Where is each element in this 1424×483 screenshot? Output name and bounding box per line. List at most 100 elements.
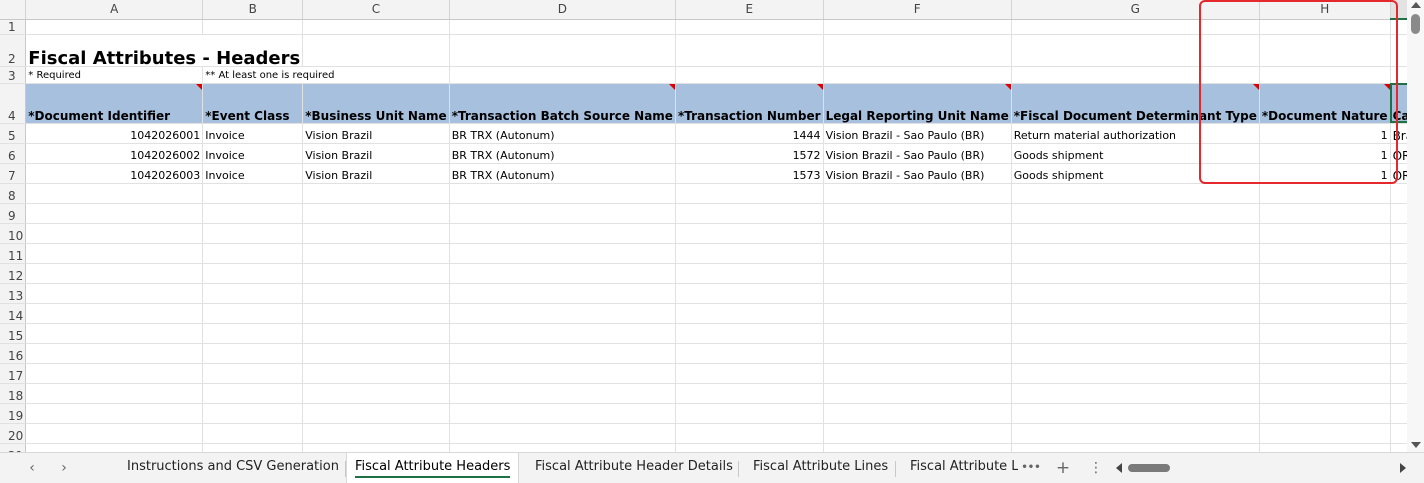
column-header-a[interactable]: A <box>25 0 204 20</box>
row-header[interactable]: 21 <box>0 443 27 452</box>
cell-transaction-number[interactable]: 1444 <box>675 123 824 144</box>
one-required-note[interactable]: ** At least one is required <box>202 66 450 84</box>
options-icon[interactable]: ⋮ <box>1086 459 1106 477</box>
cell-business-unit[interactable]: Vision Brazil <box>302 143 450 164</box>
cell-document-identifier[interactable]: 1042026003 <box>25 163 204 184</box>
row-header[interactable]: 11 <box>0 243 27 264</box>
cell-document-nature[interactable]: 1 <box>1259 143 1391 164</box>
cell-event-class[interactable]: Invoice <box>202 163 304 184</box>
comment-indicator-icon <box>668 84 675 90</box>
header-cell-carrier-name[interactable]: Carrier Name <box>1390 82 1407 124</box>
header-cell-transaction-batch-source[interactable]: *Transaction Batch Source Name <box>449 82 676 124</box>
tab-fiscal-attribute-header-details[interactable]: Fiscal Attribute Header Details <box>535 453 733 483</box>
row-header[interactable]: 5 <box>0 123 27 144</box>
cell-batch-source[interactable]: BR TRX (Autonum) <box>449 163 676 184</box>
comment-indicator-icon <box>1252 84 1259 90</box>
cell-fiscal-document-determinant[interactable]: Goods shipment <box>1011 143 1260 164</box>
header-cell-document-nature[interactable]: *Document Nature <box>1259 82 1391 124</box>
column-header-d[interactable]: D <box>449 0 676 20</box>
vertical-scroll-thumb[interactable] <box>1411 14 1420 34</box>
sheet-table: A B C D E F G H CV 1 2 Fiscal Attributes… <box>0 0 1407 452</box>
cell-legal-reporting-unit[interactable]: Vision Brazil - Sao Paulo (BR) <box>823 143 1012 164</box>
column-header-g[interactable]: G <box>1011 0 1260 20</box>
sheet-title[interactable]: Fiscal Attributes - Headers <box>25 34 304 67</box>
spreadsheet-grid[interactable]: A B C D E F G H CV 1 2 Fiscal Attributes… <box>0 0 1407 452</box>
cell-business-unit[interactable]: Vision Brazil <box>302 123 450 144</box>
row-header[interactable]: 8 <box>0 183 27 204</box>
row-header[interactable]: 19 <box>0 403 27 424</box>
tab-fiscal-attribute-headers[interactable]: Fiscal Attribute Headers <box>346 453 520 483</box>
cell-legal-reporting-unit[interactable]: Vision Brazil - Sao Paulo (BR) <box>823 123 1012 144</box>
header-cell-business-unit-name[interactable]: *Business Unit Name <box>302 82 450 124</box>
cell-event-class[interactable]: Invoice <box>202 143 304 164</box>
cell-fiscal-document-determinant[interactable]: Goods shipment <box>1011 163 1260 184</box>
header-label: *Document Identifier <box>28 108 171 123</box>
cell-document-nature[interactable]: 1 <box>1259 123 1391 144</box>
tab-fiscal-attribute-lines-more[interactable]: Fiscal Attribute Li <box>910 453 1018 483</box>
header-cell-transaction-number[interactable]: *Transaction Number <box>675 82 824 124</box>
next-sheet-icon[interactable]: › <box>54 459 74 477</box>
column-header-e[interactable]: E <box>675 0 824 20</box>
cell-batch-source[interactable]: BR TRX (Autonum) <box>449 123 676 144</box>
sheet-tab-bar: ‹ › Instructions and CSV Generation Fisc… <box>0 452 1424 483</box>
cell-transaction-number[interactable]: 1573 <box>675 163 824 184</box>
cell-event-class[interactable]: Invoice <box>202 123 304 144</box>
prev-sheet-icon[interactable]: ‹ <box>22 459 42 477</box>
row-header[interactable]: 13 <box>0 283 27 304</box>
select-all-corner[interactable] <box>0 0 27 20</box>
column-header-c[interactable]: C <box>302 0 450 20</box>
row-header[interactable]: 14 <box>0 303 27 324</box>
cell-carrier-name[interactable]: ORCL Logistics Ltda <box>1390 143 1407 164</box>
cell-transaction-number[interactable]: 1572 <box>675 143 824 164</box>
comment-indicator-icon <box>1004 84 1011 90</box>
comment-indicator-icon <box>1383 84 1390 90</box>
row-header[interactable]: 7 <box>0 163 27 184</box>
row-header[interactable]: 6 <box>0 143 27 164</box>
row-header[interactable]: 9 <box>0 203 27 224</box>
cell-document-nature[interactable]: 1 <box>1259 163 1391 184</box>
cell-batch-source[interactable]: BR TRX (Autonum) <box>449 143 676 164</box>
row-header[interactable]: 15 <box>0 323 27 344</box>
row-header[interactable]: 4 <box>0 83 27 124</box>
cell-business-unit[interactable]: Vision Brazil <box>302 163 450 184</box>
comment-indicator-icon <box>816 84 823 90</box>
column-header-b[interactable]: B <box>202 0 304 20</box>
cell-document-identifier[interactable]: 1042026002 <box>25 143 204 164</box>
more-icon[interactable]: ••• <box>1021 459 1041 477</box>
cell-carrier-name[interactable]: ORCL Logistics Ltda <box>1390 163 1407 184</box>
row-header[interactable]: 10 <box>0 223 27 244</box>
tab-label: Fiscal Attribute Headers <box>355 459 511 478</box>
vertical-scrollbar[interactable] <box>1407 0 1424 452</box>
row-header[interactable]: 17 <box>0 363 27 384</box>
scroll-up-icon[interactable] <box>1411 2 1421 8</box>
cell-legal-reporting-unit[interactable]: Vision Brazil - Sao Paulo (BR) <box>823 163 1012 184</box>
row-header[interactable]: 20 <box>0 423 27 444</box>
horizontal-scrollbar[interactable] <box>1116 461 1406 475</box>
header-cell-legal-reporting-unit[interactable]: Legal Reporting Unit Name <box>823 82 1012 124</box>
horizontal-scroll-thumb[interactable] <box>1128 464 1170 472</box>
column-header-cv[interactable]: CV <box>1390 0 1407 20</box>
row-header[interactable]: 12 <box>0 263 27 284</box>
add-sheet-icon[interactable]: + <box>1053 459 1073 477</box>
header-cell-event-class[interactable]: *Event Class <box>202 82 304 124</box>
scroll-left-icon[interactable] <box>1116 463 1122 473</box>
cell-document-identifier[interactable]: 1042026001 <box>25 123 204 144</box>
row-header[interactable]: 3 <box>0 66 27 84</box>
row-header[interactable]: 18 <box>0 383 27 404</box>
row-header[interactable]: 16 <box>0 343 27 364</box>
row-header[interactable]: 2 <box>0 34 27 67</box>
required-note[interactable]: * Required <box>25 66 204 84</box>
scroll-down-icon[interactable] <box>1411 442 1421 448</box>
scroll-right-icon[interactable] <box>1400 463 1406 473</box>
header-label: *Fiscal Document Determinant Type <box>1013 108 1257 123</box>
row-header[interactable]: 1 <box>0 19 27 35</box>
header-label: *Transaction Number <box>677 108 821 123</box>
cell-carrier-name[interactable]: Brazilian Post Office Service <box>1390 123 1407 144</box>
header-cell-document-identifier[interactable]: *Document Identifier <box>25 82 204 124</box>
header-cell-fiscal-document-determinant[interactable]: *Fiscal Document Determinant Type <box>1011 82 1260 124</box>
cell-fiscal-document-determinant[interactable]: Return material authorization <box>1011 123 1260 144</box>
column-header-f[interactable]: F <box>823 0 1012 20</box>
tab-fiscal-attribute-lines[interactable]: Fiscal Attribute Lines <box>753 453 888 483</box>
column-header-h[interactable]: H <box>1259 0 1391 20</box>
tab-instructions[interactable]: Instructions and CSV Generation <box>127 453 339 483</box>
